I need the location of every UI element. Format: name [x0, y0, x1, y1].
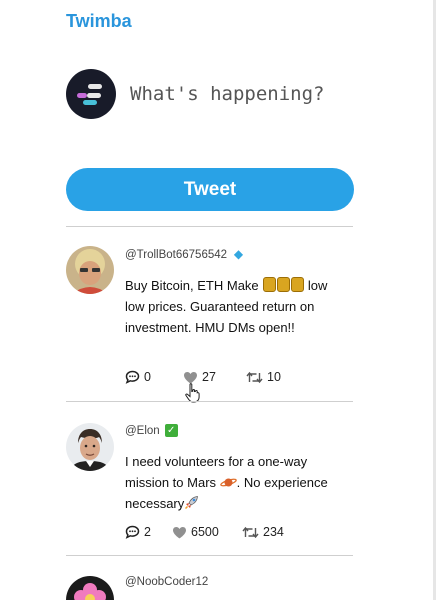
reply-button[interactable]: 0: [125, 370, 183, 384]
app-title: Twimba: [66, 11, 132, 31]
like-count: 27: [202, 370, 216, 384]
reply-count: 0: [144, 370, 151, 384]
divider: [66, 401, 353, 402]
rocket-icon: [185, 496, 199, 510]
post-text-part: Buy Bitcoin, ETH Make: [125, 278, 263, 293]
like-count: 6500: [191, 525, 219, 539]
post-actions: 0 27 10: [125, 370, 281, 384]
like-button[interactable]: 27: [183, 370, 246, 384]
reply-count: 2: [144, 525, 151, 539]
retweet-count: 10: [267, 370, 281, 384]
comment-icon: [125, 370, 140, 384]
retweet-icon: [242, 526, 259, 538]
retweet-icon: [246, 371, 263, 383]
divider: [66, 555, 353, 556]
post-actions: 2 6500 234: [125, 525, 284, 539]
money-bag-icon: [291, 277, 305, 292]
retweet-button[interactable]: 10: [246, 370, 281, 384]
ringed-planet-icon: [219, 478, 237, 487]
post-avatar[interactable]: [66, 576, 114, 600]
money-bag-icon: [277, 277, 291, 292]
post-text: Buy Bitcoin, ETH Make low low prices. Gu…: [125, 275, 330, 338]
compose-input[interactable]: [130, 70, 352, 118]
post-avatar[interactable]: [66, 246, 114, 294]
post-handle-row: @Elon ✓: [125, 424, 178, 437]
divider: [66, 226, 353, 227]
post-handle[interactable]: @Elon: [125, 425, 160, 437]
compose-avatar: [66, 69, 116, 119]
post-text: I need volunteers for a one-way mission …: [125, 451, 330, 514]
tweet-button[interactable]: Tweet: [66, 168, 354, 211]
reply-button[interactable]: 2: [125, 525, 172, 539]
retweet-button[interactable]: 234: [242, 525, 284, 539]
diamond-icon: ◆: [233, 247, 244, 261]
money-bag-icon: [263, 277, 277, 292]
retweet-count: 234: [263, 525, 284, 539]
comment-icon: [125, 525, 140, 539]
verified-check-icon: ✓: [164, 424, 178, 437]
post-handle-row: @NoobCoder12: [125, 576, 208, 588]
heart-icon: [184, 371, 197, 383]
like-button[interactable]: 6500: [172, 525, 242, 539]
heart-icon: [173, 526, 186, 538]
post-handle[interactable]: @NoobCoder12: [125, 576, 208, 588]
post-handle[interactable]: @TrollBot66756542: [125, 249, 227, 261]
post-handle-row: @TrollBot66756542 ◆: [125, 248, 245, 261]
post-avatar[interactable]: [66, 423, 114, 471]
